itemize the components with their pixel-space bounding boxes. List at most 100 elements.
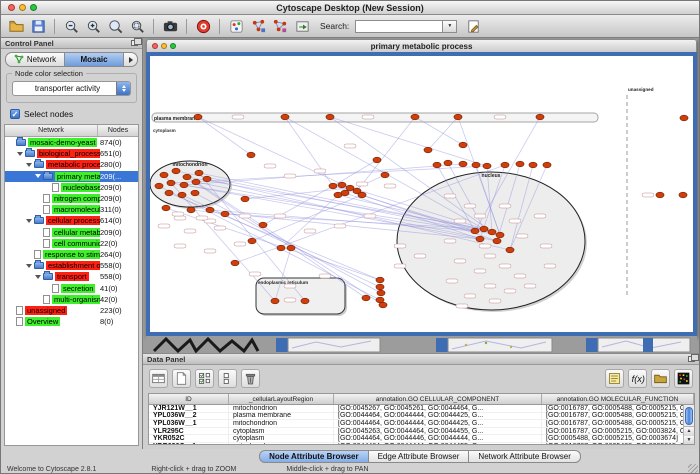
network-node[interactable] [194,114,202,120]
network-node[interactable] [476,236,484,242]
network-window-titlebar[interactable]: primary metabolic process [146,39,697,52]
table-icon[interactable] [149,369,168,388]
tree-row[interactable]: macromolecule311(0) [5,204,138,215]
tree-row[interactable]: cell communicat22(0) [5,238,138,249]
layout-a-icon[interactable] [248,16,268,36]
network-node[interactable] [191,190,199,196]
network-node[interactable] [155,183,163,189]
network-node[interactable] [326,114,334,120]
tab-network[interactable]: Network [5,52,64,67]
network-node[interactable] [373,157,381,163]
tree-row[interactable]: mosaic-demo-yeast874(0) [5,137,138,148]
network-node[interactable] [178,192,186,198]
tree-row[interactable]: Overview8(0) [5,316,138,327]
snapshot-icon[interactable] [160,16,180,36]
table-column-header[interactable]: ID [149,394,229,405]
network-node[interactable] [180,182,188,188]
network-node[interactable] [376,284,384,290]
table-row[interactable]: YDR039C__1mitochondrion[GO:0044464, GO:0… [149,443,694,445]
table-scrollbar[interactable]: ▲ ▼ [683,405,694,444]
table-column-header[interactable]: annotation.GO CELLULAR_COMPONENT [334,394,542,405]
disclosure-triangle-icon[interactable] [26,264,32,268]
zoom-fit-icon[interactable] [105,16,125,36]
network-node[interactable] [543,162,551,168]
help-icon[interactable] [193,16,213,36]
network-node[interactable] [501,162,509,168]
network-node[interactable] [231,260,239,266]
tree-row[interactable]: response to stimulu264(0) [5,249,138,260]
vizmapper-icon[interactable] [226,16,246,36]
tab-edge-attribute-browser[interactable]: Edge Attribute Browser [369,450,470,463]
new-attribute-icon[interactable] [172,369,191,388]
select-attributes-icon[interactable] [195,369,214,388]
scroll-up-icon[interactable]: ▲ [684,427,694,436]
open-icon[interactable] [6,16,26,36]
tree-row[interactable]: metabolic process280(0) [5,159,138,170]
network-node[interactable] [203,176,211,182]
tree-column-nodes[interactable]: Nodes [98,125,138,136]
disclosure-triangle-icon[interactable] [26,219,32,223]
network-node[interactable] [680,115,688,121]
network-node[interactable] [536,114,544,120]
network-node[interactable] [480,226,488,232]
disclosure-triangle-icon[interactable] [17,152,23,156]
float-panel-icon[interactable] [131,40,138,46]
network-node[interactable] [516,161,524,167]
zoom-out-icon[interactable] [61,16,81,36]
table-column-header[interactable]: _cellularLayoutRegion [229,394,334,405]
disclosure-triangle-icon[interactable] [35,275,41,279]
network-node[interactable] [454,114,462,120]
scrollbar-thumb[interactable] [685,407,693,425]
network-node[interactable] [459,142,467,148]
network-node[interactable] [679,192,687,198]
tree-row[interactable]: unassigned223(0) [5,305,138,316]
network-node[interactable] [206,207,214,213]
tree-row[interactable]: transport558(0) [5,271,138,282]
network-node[interactable] [471,228,479,234]
import-network-icon[interactable] [292,16,312,36]
network-node[interactable] [411,114,419,120]
network-node[interactable] [221,211,229,217]
tree-row[interactable]: nucleobase-209(0) [5,182,138,193]
network-node[interactable] [301,298,309,304]
network-node[interactable] [187,207,195,213]
network-node[interactable] [160,172,168,178]
network-node[interactable] [183,174,191,180]
network-node[interactable] [358,192,366,198]
network-node[interactable] [424,147,432,153]
network-canvas[interactable]: plasma membranecytoplasmmitochondrionnuc… [146,52,697,336]
network-node[interactable] [329,183,337,189]
scroll-down-icon[interactable]: ▼ [684,436,694,445]
network-node[interactable] [247,152,255,158]
tree-row[interactable]: primary metabo209(... [5,171,138,182]
tree-row[interactable]: cellular metabo209(0) [5,227,138,238]
network-node[interactable] [271,298,279,304]
resize-grip[interactable] [688,464,698,474]
network-node[interactable] [493,238,501,244]
zoom-selected-icon[interactable] [127,16,147,36]
network-node[interactable] [334,192,342,198]
network-node[interactable] [165,190,173,196]
function-builder-icon[interactable]: f(x) [628,369,647,388]
disclosure-triangle-icon[interactable] [26,163,32,167]
select-nodes-checkbox[interactable]: ✓ [10,109,20,119]
disclosure-triangle-icon[interactable] [35,174,41,178]
zoom-in-icon[interactable] [83,16,103,36]
network-node[interactable] [287,245,295,251]
more-tabs-button[interactable] [124,52,138,67]
table-column-header[interactable]: annotation.GO MOLECULAR_FUNCTION [542,394,694,405]
network-node[interactable] [241,196,249,202]
tree-row[interactable]: secretion41(0) [5,282,138,293]
network-node[interactable] [195,170,203,176]
network-node[interactable] [277,245,285,251]
search-dropdown-button[interactable]: ▼ [443,20,457,33]
network-node[interactable] [377,290,385,296]
network-node[interactable] [172,168,180,174]
network-node[interactable] [472,162,480,168]
delete-attribute-icon[interactable] [241,369,260,388]
tree-row[interactable]: multi-organism pro42(0) [5,294,138,305]
network-node[interactable] [483,163,491,169]
network-node[interactable] [459,161,467,167]
network-node[interactable] [444,160,452,166]
network-node[interactable] [381,172,389,178]
